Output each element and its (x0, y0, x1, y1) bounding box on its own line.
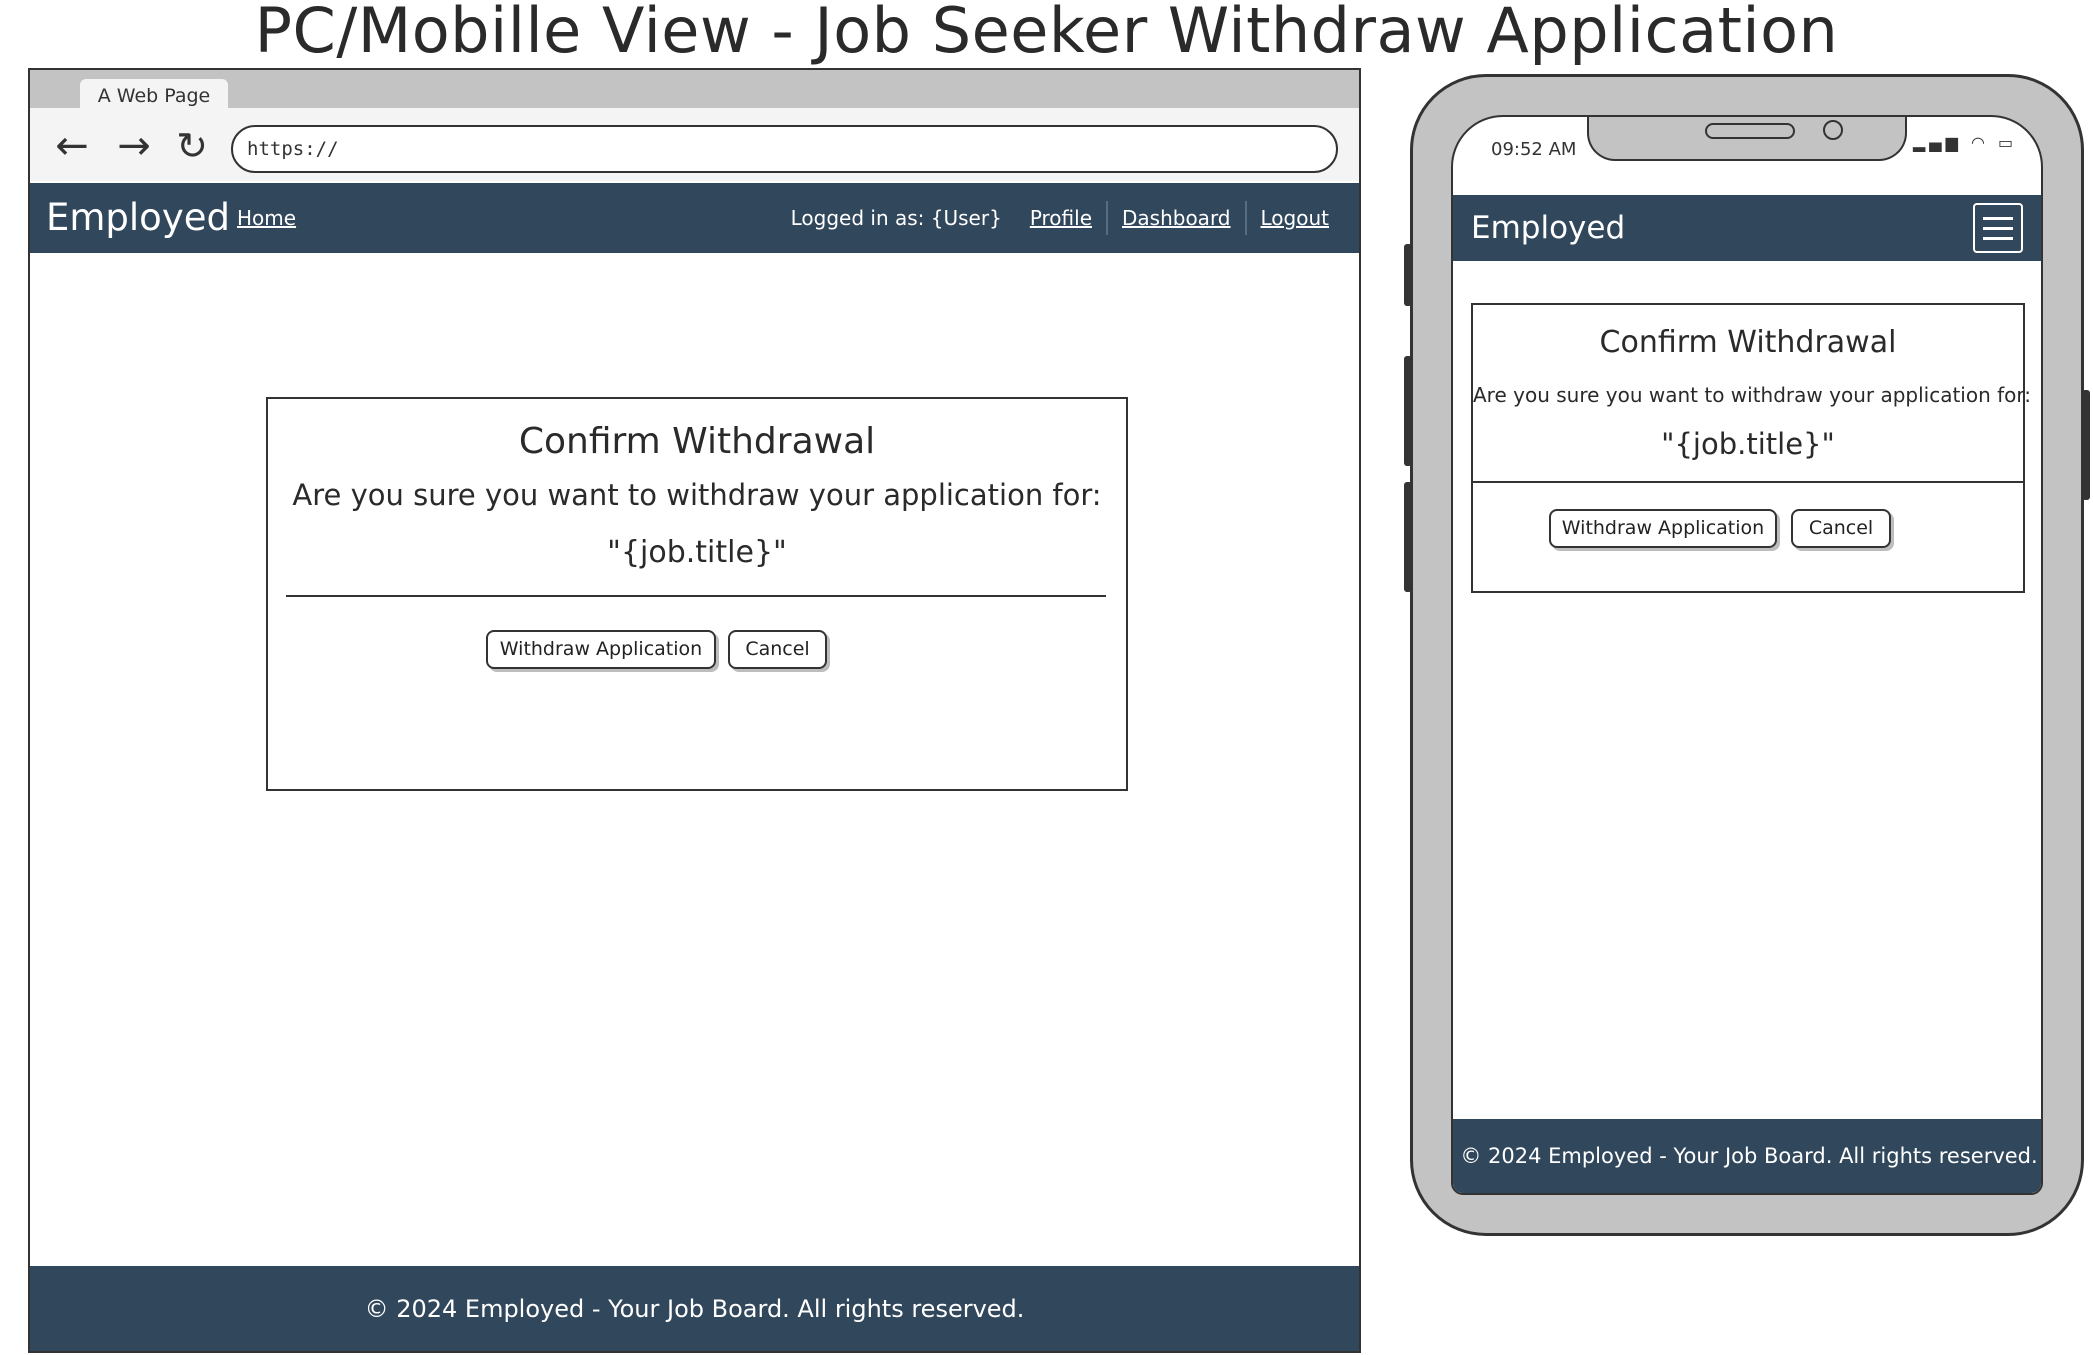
cancel-button[interactable]: Cancel (728, 630, 827, 669)
phone-screen: 09:52 AM ▂▄▆ ◠ ▭ Employed Confirm Withdr… (1451, 115, 2043, 1195)
signal-wifi-battery-icon: ▂▄▆ ◠ ▭ (1913, 133, 2018, 152)
nav-link-home[interactable]: Home (237, 183, 296, 253)
dialog-message: Are you sure you want to withdraw your a… (292, 478, 1102, 512)
logged-in-label: Logged in as: {User} (790, 206, 1002, 230)
phone-notch (1587, 117, 1907, 161)
cancel-button[interactable]: Cancel (1791, 509, 1891, 548)
desktop-navbar: Employed Home Logged in as: {User} Profi… (30, 183, 1359, 253)
dialog-divider (286, 595, 1106, 597)
dialog-title: Confirm Withdrawal (518, 421, 876, 462)
desktop-footer: © 2024 Employed - Your Job Board. All ri… (30, 1266, 1359, 1351)
menu-line (1983, 237, 2013, 240)
dialog-message: Are you sure you want to withdraw your a… (1473, 383, 2032, 407)
menu-line (1983, 217, 2013, 220)
nav-link-logout[interactable]: Logout (1247, 203, 1343, 233)
browser-tab[interactable]: A Web Page (80, 79, 228, 111)
back-arrow-icon[interactable]: ← (50, 126, 94, 170)
status-bar-time: 09:52 AM (1491, 139, 1577, 160)
mobile-navbar: Employed (1453, 195, 2041, 261)
reload-icon[interactable]: ↻ (170, 126, 214, 170)
brand-logo[interactable]: Employed (1471, 195, 1625, 261)
url-bar[interactable]: https:// (231, 125, 1338, 173)
dialog-job-title: "{job.title}" (1661, 427, 1835, 461)
hamburger-menu-icon[interactable] (1973, 203, 2023, 253)
forward-arrow-icon[interactable]: → (112, 126, 156, 170)
camera-icon (1823, 120, 1843, 140)
desktop-browser-window: A Web Page ← → ↻ https:// Employed Home … (28, 68, 1361, 1353)
dialog-divider (1473, 481, 2023, 483)
confirm-withdrawal-dialog: Confirm Withdrawal Are you sure you want… (1471, 303, 2032, 593)
page-title: PC/Mobille View - Job Seeker Withdraw Ap… (254, 0, 1839, 67)
nav-link-profile[interactable]: Profile (1016, 203, 1106, 233)
speaker-icon (1705, 123, 1795, 139)
mobile-phone-frame: 09:52 AM ▂▄▆ ◠ ▭ Employed Confirm Withdr… (1410, 74, 2084, 1236)
withdraw-application-button[interactable]: Withdraw Application (1549, 509, 1777, 548)
confirm-withdrawal-dialog: Confirm Withdrawal Are you sure you want… (266, 397, 1128, 791)
withdraw-application-button[interactable]: Withdraw Application (486, 630, 716, 669)
dialog-title: Confirm Withdrawal (1599, 325, 1897, 360)
mobile-footer: © 2024 Employed - Your Job Board. All ri… (1453, 1119, 2041, 1193)
menu-line (1983, 227, 2013, 230)
navbar-user-menu: Logged in as: {User} Profile Dashboard L… (777, 183, 1343, 253)
brand-logo[interactable]: Employed (46, 183, 230, 253)
nav-link-dashboard[interactable]: Dashboard (1108, 203, 1245, 233)
dialog-job-title: "{job.title}" (607, 535, 787, 570)
